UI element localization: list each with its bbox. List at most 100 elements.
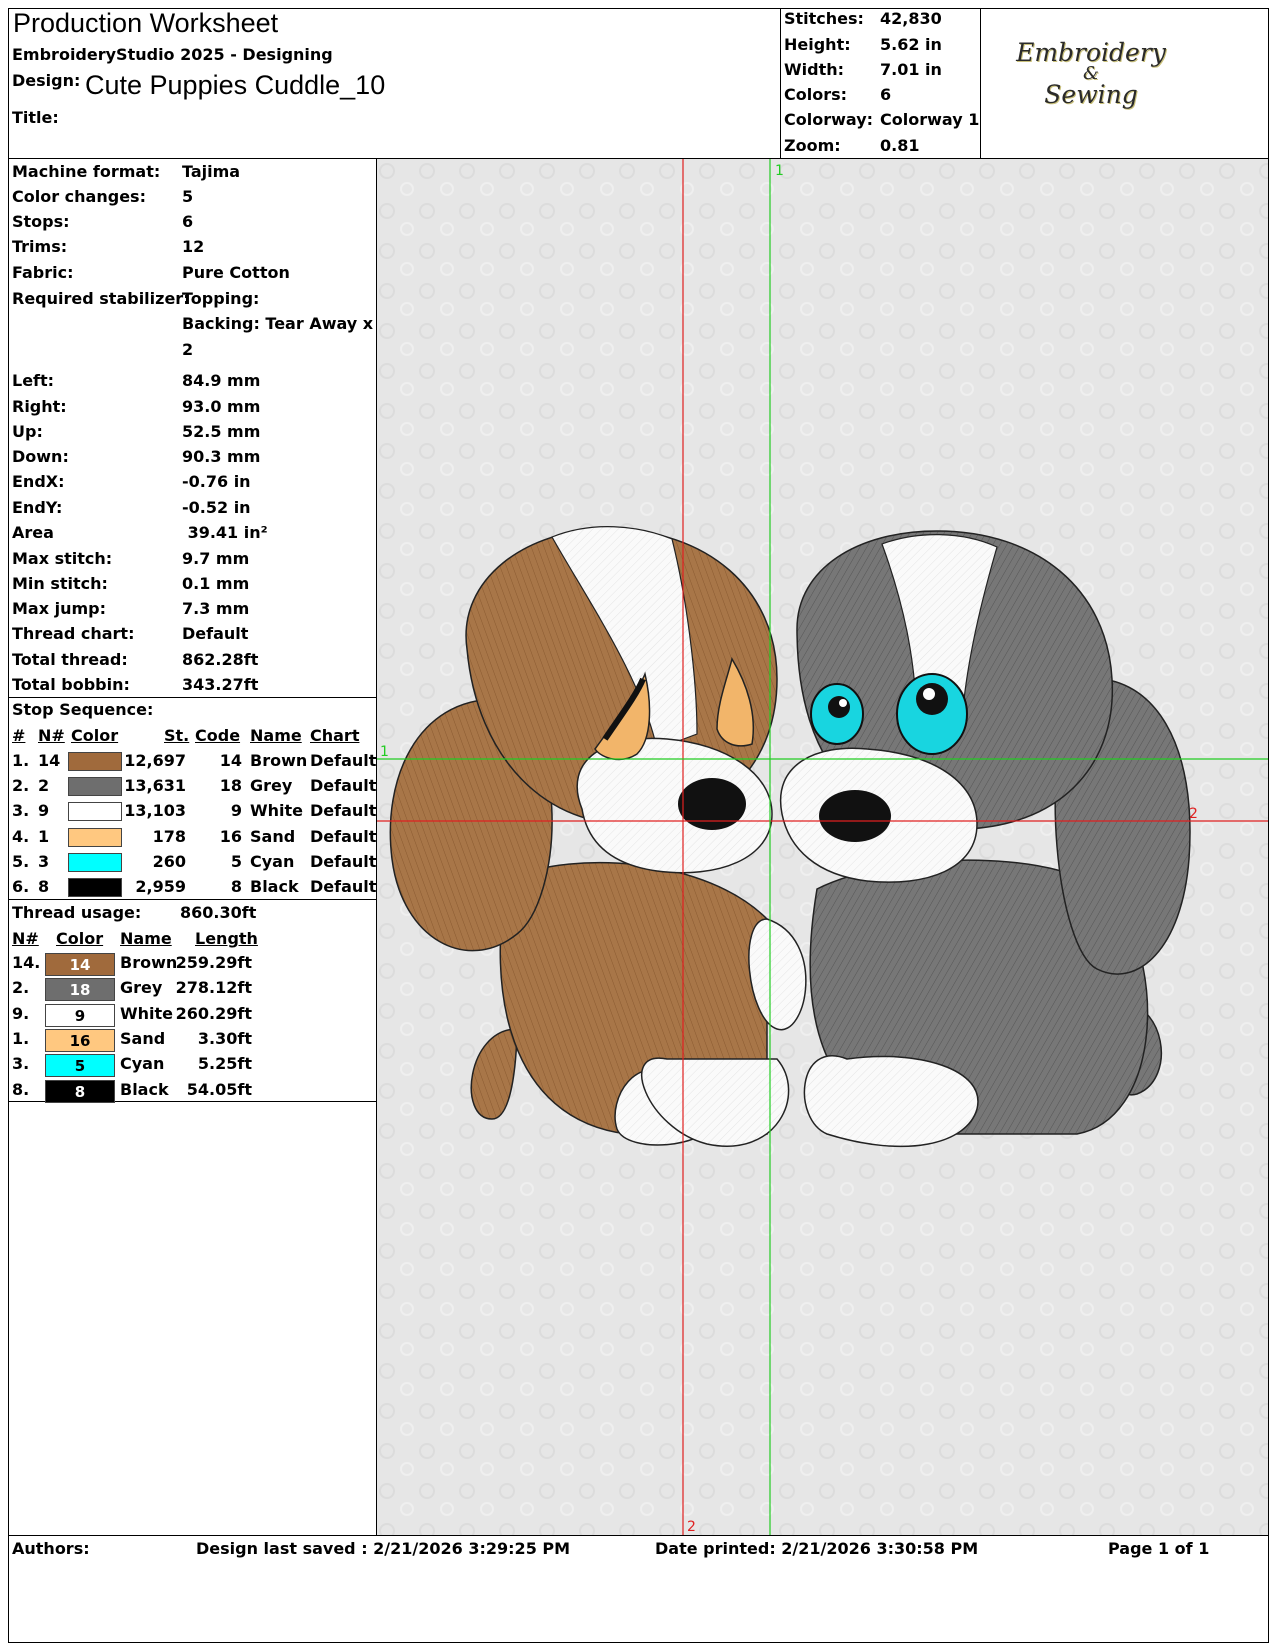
brown-puppy-nose bbox=[678, 778, 746, 830]
usage-color-name: Sand bbox=[120, 1028, 166, 1048]
title-label: Title: bbox=[12, 108, 59, 127]
detail-value: Default bbox=[182, 624, 249, 643]
summary-value: 0.81 bbox=[880, 136, 920, 155]
usage-color-swatch: 8 bbox=[45, 1079, 115, 1103]
detail-value: 12 bbox=[182, 237, 205, 256]
usage-color-name: Brown bbox=[120, 953, 178, 972]
stop-needle: 1 bbox=[38, 826, 50, 846]
usage-length: 278.12ft bbox=[175, 978, 252, 998]
summary-value: 7.01 in bbox=[880, 60, 942, 79]
column-header: Color bbox=[56, 929, 104, 948]
axis-label: 1 bbox=[380, 744, 389, 760]
detail-label: Up: bbox=[12, 422, 43, 441]
axis-label: 2 bbox=[687, 1519, 696, 1535]
detail-value: Backing: Tear Away x bbox=[182, 314, 374, 333]
usage-color-swatch: 18 bbox=[45, 978, 115, 1002]
stop-stitches: 13,631 bbox=[124, 776, 186, 796]
column-header: N# bbox=[38, 726, 65, 745]
detail-label: Total thread: bbox=[12, 650, 128, 669]
stop-chart: Default bbox=[310, 877, 377, 896]
details-divider bbox=[8, 697, 377, 698]
stop-index: 1. bbox=[12, 751, 30, 770]
usage-color-swatch: 14 bbox=[45, 953, 115, 976]
detail-label: Down: bbox=[12, 447, 69, 466]
column-header: Name bbox=[250, 726, 302, 745]
brand-logo: Embroidery & Sewing bbox=[982, 40, 1200, 108]
usage-color-name: Grey bbox=[120, 978, 163, 998]
detail-label: Total bobbin: bbox=[12, 675, 130, 694]
detail-value: 9.7 mm bbox=[182, 549, 250, 568]
detail-value: 6 bbox=[182, 212, 194, 231]
header-divider-2 bbox=[980, 8, 981, 159]
software-name: EmbroideryStudio 2025 - Designing bbox=[12, 45, 333, 64]
summary-label: Height: bbox=[784, 35, 851, 54]
stop-chart: Default bbox=[310, 826, 377, 846]
stop-code: 16 bbox=[219, 826, 242, 846]
detail-value: 84.9 mm bbox=[182, 371, 261, 390]
usage-color-swatch: 5 bbox=[45, 1054, 115, 1078]
stop-code: 14 bbox=[219, 751, 242, 770]
summary-value: 42,830 bbox=[880, 9, 942, 28]
stop-needle: 2 bbox=[38, 776, 50, 796]
stop-needle: 9 bbox=[38, 801, 50, 821]
column-header: Color bbox=[71, 726, 119, 745]
detail-label: Right: bbox=[12, 397, 67, 416]
summary-label: Colorway: bbox=[784, 110, 874, 129]
detail-value: Topping: bbox=[182, 289, 260, 308]
detail-value: 2 bbox=[182, 340, 194, 359]
grey-puppy-nose bbox=[819, 790, 891, 842]
thread-usage-heading: Thread usage: bbox=[12, 903, 142, 922]
stop-stitches: 178 bbox=[152, 826, 186, 846]
stop-color-name: White bbox=[250, 801, 304, 821]
summary-label: Zoom: bbox=[784, 136, 841, 155]
detail-label: Max jump: bbox=[12, 599, 107, 618]
stop-needle: 3 bbox=[38, 851, 50, 871]
axis-label: 2 bbox=[1189, 806, 1198, 822]
stop-code: 9 bbox=[230, 801, 242, 821]
axis-label: 1 bbox=[775, 163, 784, 179]
summary-label: Stitches: bbox=[784, 9, 864, 28]
stop-color-name: Brown bbox=[250, 751, 308, 770]
footer-page: Page 1 of 1 bbox=[1108, 1539, 1210, 1558]
detail-value: 343.27ft bbox=[182, 675, 259, 694]
stop-sequence-heading: Stop Sequence: bbox=[12, 700, 154, 719]
usage-color-swatch: 16 bbox=[45, 1028, 115, 1052]
color-swatch bbox=[68, 878, 122, 897]
column-header: Code bbox=[195, 726, 241, 745]
column-header: Chart bbox=[310, 726, 360, 745]
summary-value: 5.62 in bbox=[880, 35, 942, 54]
usage-needle: 14. bbox=[12, 953, 41, 972]
stop-color-name: Black bbox=[250, 877, 299, 896]
detail-label: Required stabilizer: bbox=[12, 289, 190, 308]
usage-needle: 1. bbox=[12, 1028, 30, 1048]
detail-label: Machine format: bbox=[12, 162, 161, 181]
detail-label: EndX: bbox=[12, 472, 65, 491]
detail-value: 5 bbox=[182, 187, 194, 206]
stop-needle: 8 bbox=[38, 877, 50, 896]
detail-value: 862.28ft bbox=[182, 650, 259, 669]
stop-chart: Default bbox=[310, 801, 377, 821]
design-preview[interactable]: 1 1 2 2 bbox=[377, 159, 1268, 1535]
usage-needle: 3. bbox=[12, 1054, 30, 1074]
detail-value: Pure Cotton bbox=[182, 263, 290, 282]
usage-needle: 9. bbox=[12, 1003, 30, 1023]
stop-code: 8 bbox=[230, 877, 242, 896]
detail-value: -0.76 in bbox=[182, 472, 251, 491]
footer-saved: Design last saved : 2/21/2026 3:29:25 PM bbox=[196, 1539, 571, 1558]
design-label: Design: bbox=[12, 71, 81, 90]
stop-index: 2. bbox=[12, 776, 30, 796]
color-swatch bbox=[68, 827, 122, 847]
detail-label: Stops: bbox=[12, 212, 70, 231]
usage-color-name: White bbox=[120, 1003, 174, 1023]
detail-value: 39.41 in² bbox=[182, 523, 268, 542]
detail-label: Thread chart: bbox=[12, 624, 135, 643]
detail-value: 7.3 mm bbox=[182, 599, 250, 618]
color-swatch bbox=[68, 802, 122, 822]
detail-label: Max stitch: bbox=[12, 549, 113, 568]
usage-needle: 2. bbox=[12, 978, 30, 998]
detail-label: Area bbox=[12, 523, 54, 542]
usage-length: 5.25ft bbox=[197, 1054, 252, 1074]
stop-chart: Default bbox=[310, 776, 377, 796]
usage-length: 259.29ft bbox=[175, 953, 252, 972]
detail-value: 0.1 mm bbox=[182, 574, 250, 593]
